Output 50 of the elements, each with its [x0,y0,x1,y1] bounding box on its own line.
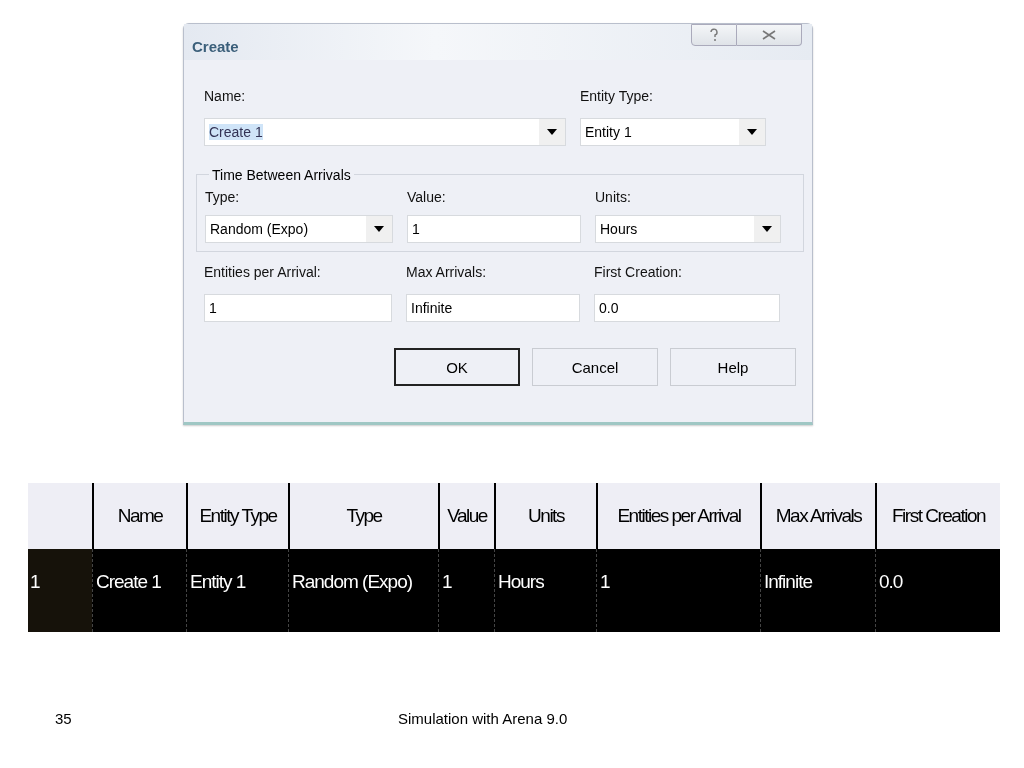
field-label: Name: [204,88,247,104]
window-title: Create [192,38,239,55]
table-cell: Random (Expo) [288,549,438,632]
field-value: 1 [412,221,420,237]
dialog-button[interactable]: Help [670,348,796,386]
combo-box[interactable]: Hours [595,215,781,243]
table-cell: Entity 1 [186,549,288,632]
field-label: Max Arrivals: [406,264,488,280]
table-cell: 0.0 [875,549,1000,632]
field-value: Infinite [411,300,453,316]
text-field[interactable]: 1 [407,215,581,243]
field-label: Entity Type: [580,88,654,104]
text-field[interactable]: 1 [204,294,392,322]
field-value: 1 [209,300,217,316]
group-title: Time Between Arrivals [209,167,354,183]
text-field[interactable]: 0.0 [594,294,780,322]
table-cell: Create 1 [92,549,186,632]
column-header: Value [438,483,494,549]
column-header: Name [92,483,186,549]
column-header: Type [288,483,438,549]
combo-box[interactable]: Entity 1 [580,118,766,146]
combo-value: Entity 1 [585,124,632,140]
combo-value: Random (Expo) [210,221,309,237]
table-cell: 1 [438,549,494,632]
combo-value: Hours [600,221,638,237]
combo-value: Create 1 [209,124,263,140]
close-icon[interactable] [737,24,802,46]
combo-box[interactable]: Create 1 [204,118,566,146]
field-label: First Creation: [594,264,683,280]
field-label: Entities per Arrival: [204,264,322,280]
column-header [28,483,92,549]
field-label: Value: [407,189,447,205]
column-header: Entity Type [186,483,288,549]
column-header: Max Arrivals [760,483,875,549]
row-number: 1 [28,549,92,632]
dialog-button[interactable]: Cancel [532,348,658,386]
page-number: 35 [55,710,72,727]
table-cell: Hours [494,549,596,632]
field-label: Units: [595,189,632,205]
table-cell: 1 [596,549,760,632]
footer-title: Simulation with Arena 9.0 [398,710,568,727]
text-field[interactable]: Infinite [406,294,580,322]
table-cell: Infinite [760,549,875,632]
column-header: Entities per Arrival [596,483,760,549]
combo-box[interactable]: Random (Expo) [205,215,393,243]
dialog-button[interactable]: OK [394,348,521,386]
field-label: Type: [205,189,241,205]
column-header: First Creation [875,483,1000,549]
field-value: 0.0 [599,300,619,316]
column-header: Units [494,483,596,549]
